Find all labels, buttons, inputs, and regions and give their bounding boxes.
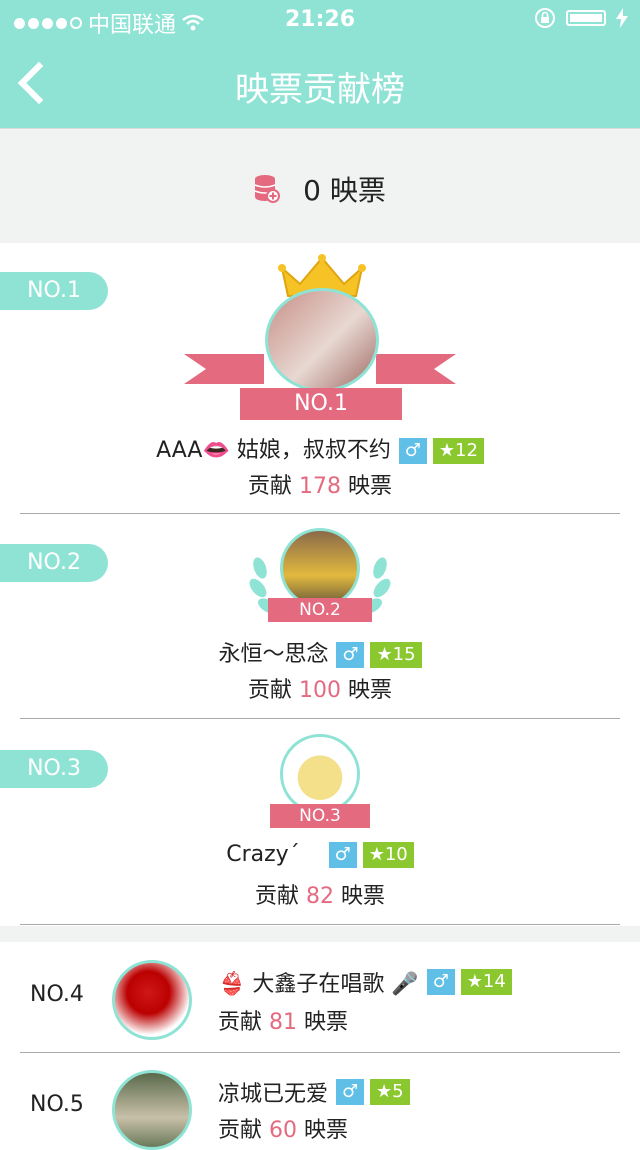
male-icon: ♂ [328, 842, 357, 868]
ribbon-label-1: NO.1 [240, 388, 402, 420]
vote-amount: 82 [306, 884, 334, 909]
rank-label: NO.5 [30, 1092, 84, 1117]
battery-icon [566, 10, 606, 26]
vote-amount: 100 [299, 678, 341, 703]
user-name[interactable]: 凉城已无爱 [218, 1076, 328, 1108]
avatar[interactable] [112, 1070, 192, 1150]
star-icon: ★ [466, 971, 483, 992]
avatar-1[interactable] [265, 288, 379, 392]
user-name-row-1: AAA👄 姑娘，叔叔不约 ♂ ★12 [0, 432, 640, 464]
divider [20, 924, 620, 925]
divider [20, 1052, 620, 1053]
user-name[interactable]: AAA👄 姑娘，叔叔不约 [156, 438, 391, 463]
vote-amount: 60 [269, 1118, 298, 1143]
vote-count: 0 [303, 174, 321, 207]
ribbon-label-3: NO.3 [270, 804, 370, 828]
level-badge: ★5 [370, 1079, 410, 1105]
male-icon: ♂ [398, 438, 427, 464]
level-badge: ★14 [460, 969, 512, 995]
status-bar: 中国联通 21:26 [0, 0, 640, 40]
user-name[interactable]: 👙 大鑫子在唱歌 🎤 [218, 966, 419, 998]
user-name[interactable]: 永恒～思念 [218, 642, 328, 667]
level-badge: ★12 [432, 438, 484, 464]
contribution: 贡献 60 映票 [218, 1118, 349, 1143]
avatar-3[interactable] [280, 734, 360, 814]
user-name-row-3: Crazy´ ♂ ★10 [0, 842, 640, 868]
coin-stack-icon [254, 174, 281, 204]
vote-amount: 178 [299, 474, 341, 499]
male-icon: ♂ [336, 1079, 365, 1105]
charging-icon [616, 8, 628, 28]
rank-pill-2: NO.2 [0, 544, 108, 582]
user-name[interactable]: Crazy´ [226, 842, 299, 867]
nav-bar: 映票贡献榜 [0, 40, 640, 128]
level-badge: ★15 [370, 642, 422, 668]
vote-amount: 81 [269, 1010, 298, 1035]
rotation-lock-icon [535, 8, 555, 28]
section-gap [0, 926, 640, 942]
level-badge: ★10 [362, 842, 414, 868]
divider [20, 513, 620, 514]
contribution: 贡献 81 映票 [218, 1010, 349, 1035]
avatar-2[interactable] [280, 528, 360, 608]
contribution-2: 贡献 100 映票 [247, 678, 393, 703]
contribution-3: 贡献 82 映票 [254, 884, 386, 909]
contribution-1: 贡献 178 映票 [247, 474, 393, 499]
rank-pill-3: NO.3 [0, 750, 108, 788]
summary-panel: 0 映票 [0, 128, 640, 243]
male-icon: ♂ [426, 969, 455, 995]
rank-pill-1: NO.1 [0, 272, 108, 310]
ribbon-label-2: NO.2 [268, 598, 372, 622]
page-title: 映票贡献榜 [235, 70, 405, 110]
star-icon: ★ [368, 844, 385, 865]
user-name-row-2: 永恒～思念 ♂ ★15 [0, 636, 640, 668]
user-name-row: 凉城已无爱 ♂ ★5 [218, 1076, 410, 1108]
male-icon: ♂ [336, 642, 365, 668]
avatar[interactable] [112, 960, 192, 1040]
vote-unit: 映票 [329, 174, 386, 207]
user-name-row: 👙 大鑫子在唱歌 🎤 ♂ ★14 [218, 966, 512, 998]
star-icon: ★ [438, 440, 455, 461]
star-icon: ★ [376, 644, 393, 665]
divider [20, 718, 620, 719]
rank-label: NO.4 [30, 982, 84, 1007]
star-icon: ★ [376, 1081, 393, 1102]
